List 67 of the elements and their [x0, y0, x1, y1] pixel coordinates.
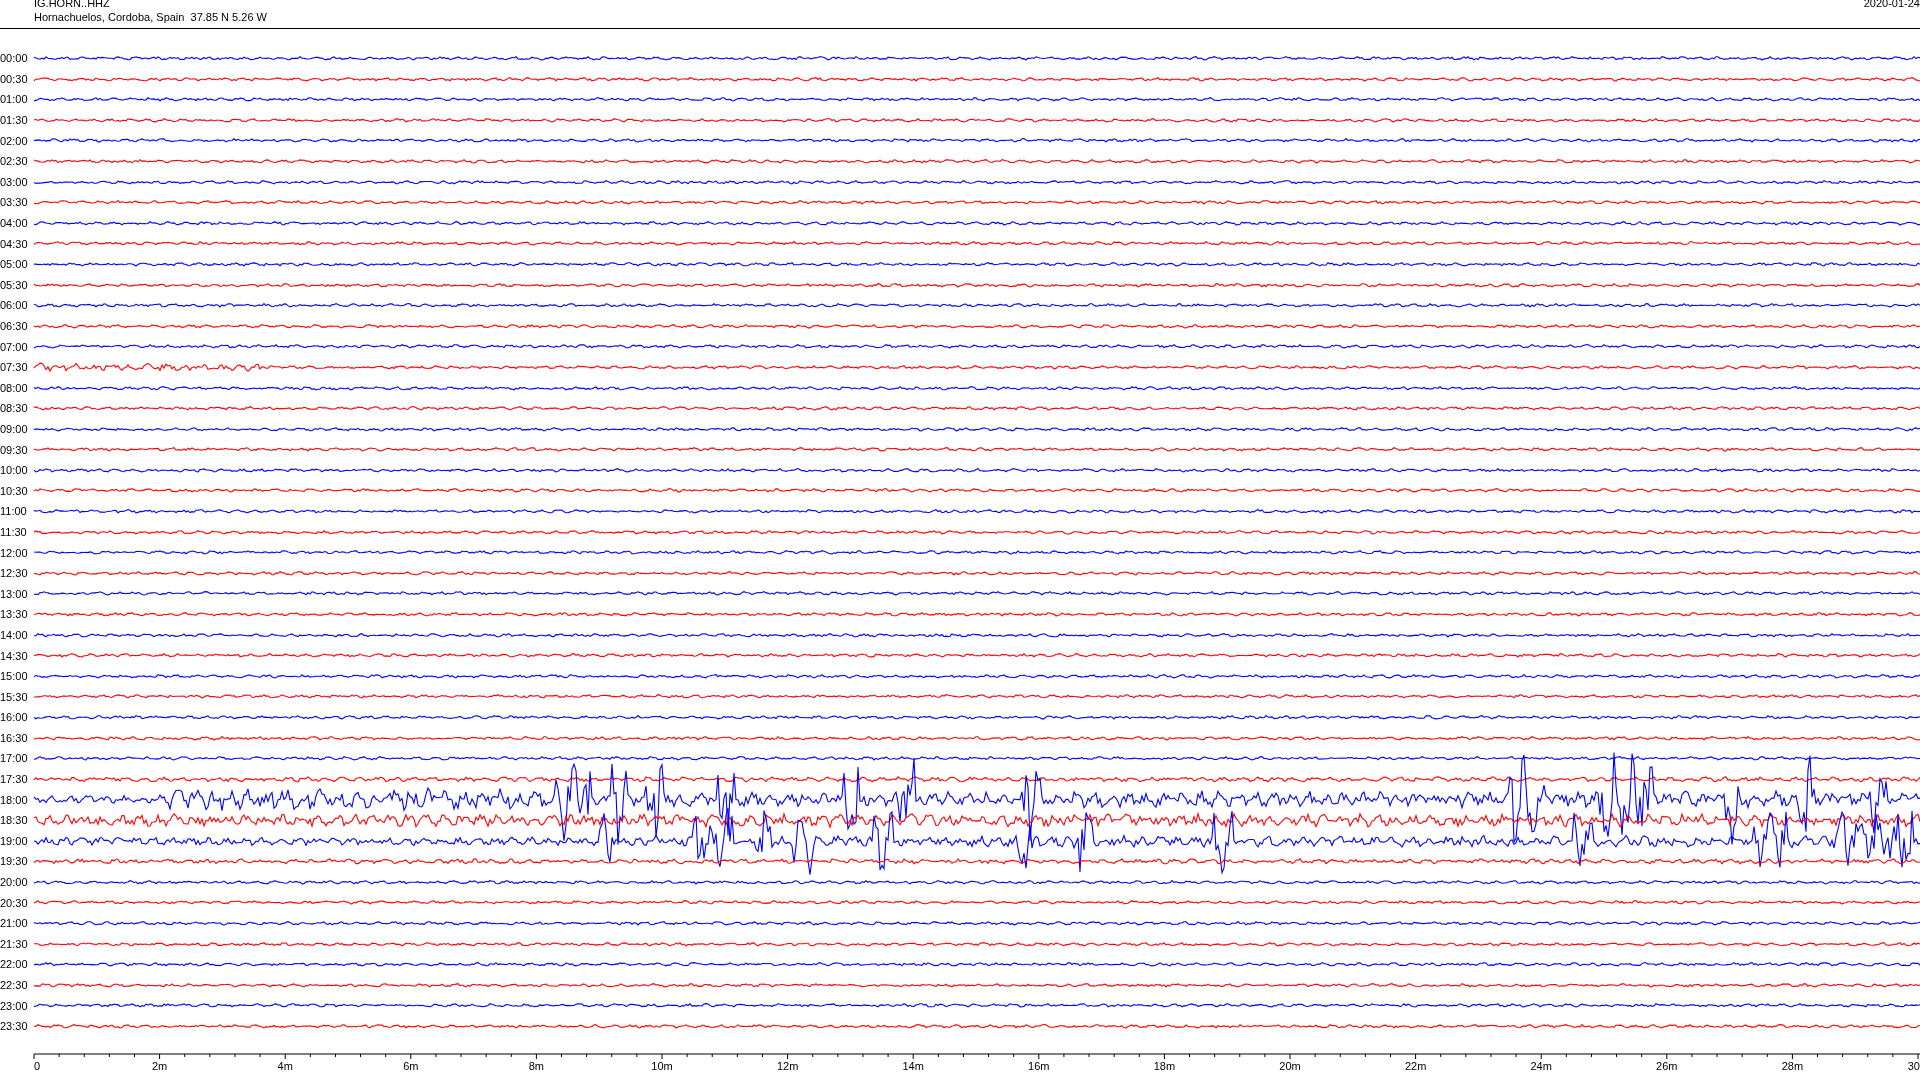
time-label: 19:30 — [0, 855, 29, 868]
time-label: 17:30 — [0, 773, 29, 786]
time-label: 03:00 — [0, 175, 29, 188]
axis-label: 24m — [1530, 1059, 1552, 1072]
record-date: 2020-01-24 — [1863, 0, 1920, 11]
axis-label: 4m — [277, 1059, 293, 1072]
axis-label: 14m — [902, 1059, 924, 1072]
time-label: 18:30 — [0, 814, 29, 827]
axis-label: 2m — [151, 1059, 168, 1072]
time-label: 15:30 — [0, 690, 29, 703]
time-label: 12:30 — [0, 567, 29, 580]
axis-label: 10m — [651, 1059, 673, 1072]
time-label: 16:30 — [0, 731, 29, 744]
time-label: 05:30 — [0, 278, 29, 291]
axis-label: 26m — [1656, 1059, 1678, 1072]
time-label: 08:00 — [0, 381, 29, 394]
time-label: 07:00 — [0, 340, 29, 353]
axis-label: 12m — [776, 1059, 799, 1072]
time-label: 20:00 — [0, 876, 29, 889]
axis-label: 8m — [528, 1059, 545, 1072]
time-label: 23:30 — [0, 1020, 29, 1033]
time-label: 07:30 — [0, 361, 29, 374]
axis-label: 22m — [1404, 1059, 1427, 1072]
time-label: 16:00 — [0, 711, 29, 724]
station-location: Hornachuelos, Cordoba, Spain 37.85 N 5.26 W — [34, 10, 267, 24]
axis-label: 18m — [1153, 1059, 1176, 1072]
axis-label: 16m — [1028, 1059, 1050, 1072]
time-label: 09:30 — [0, 443, 29, 456]
axis-label: 20m — [1279, 1059, 1301, 1072]
time-label: 17:00 — [0, 752, 29, 765]
time-label: 14:30 — [0, 649, 29, 662]
time-label: 12:00 — [0, 546, 29, 559]
time-label: 19:00 — [0, 834, 29, 847]
time-label: 03:30 — [0, 196, 29, 209]
time-label: 06:30 — [0, 320, 29, 332]
time-label: 10:00 — [0, 464, 29, 477]
time-label: 11:00 — [0, 505, 28, 518]
time-label: 21:30 — [0, 937, 29, 950]
time-label: 01:00 — [0, 93, 29, 106]
time-label: 08:30 — [0, 402, 29, 415]
axis-label: 6m — [403, 1059, 419, 1072]
time-label: 00:00 — [0, 52, 29, 65]
time-label: 15:00 — [0, 670, 29, 683]
time-label: 04:00 — [0, 217, 29, 230]
time-label: 02:30 — [0, 155, 29, 168]
time-label: 01:30 — [0, 114, 29, 127]
time-label: 22:00 — [0, 958, 29, 971]
time-label: 13:00 — [0, 587, 29, 600]
station-code: IG.HORN..HHZ — [34, 0, 111, 10]
time-label: 02:00 — [0, 134, 29, 147]
axis-label: 0 — [34, 1059, 41, 1072]
axis-label: 30 — [1907, 1059, 1920, 1072]
time-label: 14:00 — [0, 628, 29, 641]
time-label: 06:00 — [0, 299, 29, 312]
time-label: 10:30 — [0, 484, 29, 497]
time-label: 23:00 — [0, 999, 29, 1012]
time-label: 09:00 — [0, 423, 29, 435]
time-label: 11:30 — [0, 525, 28, 538]
axis-label: 28m — [1781, 1059, 1804, 1072]
time-label: 04:30 — [0, 237, 29, 250]
time-label: 20:30 — [0, 896, 29, 909]
time-label: 05:00 — [0, 258, 29, 271]
time-label: 21:00 — [0, 917, 29, 930]
time-label: 00:30 — [0, 72, 29, 85]
time-label: 18:00 — [0, 793, 29, 806]
time-label: 13:30 — [0, 608, 29, 621]
time-label: 22:30 — [0, 979, 29, 991]
